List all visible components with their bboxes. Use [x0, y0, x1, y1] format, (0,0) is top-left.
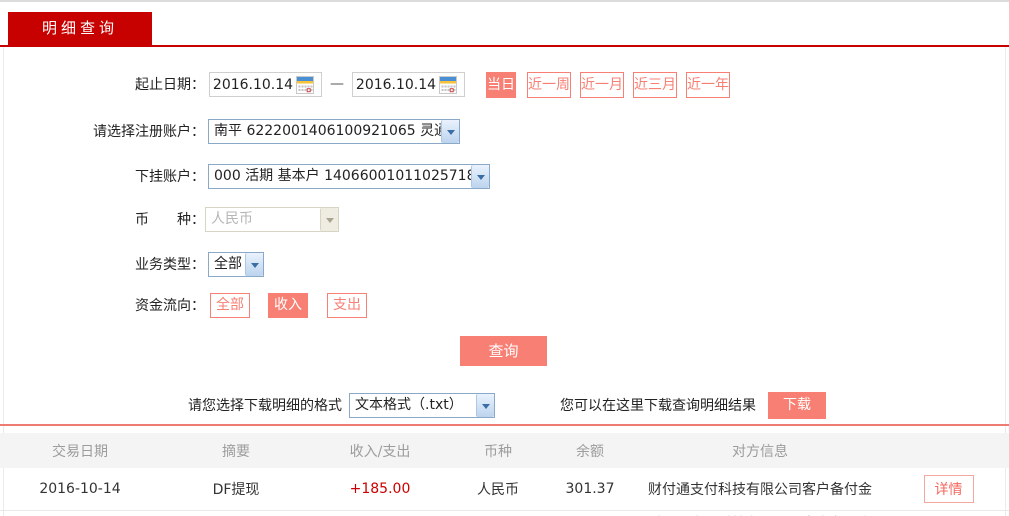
- detail-query-page: 明细查询 起止日期： —: [0, 0, 1009, 516]
- download-row: 请您选择下载明细的格式 文本格式（.txt） 您可以在这里下载查询明细结果 下载: [0, 392, 1009, 419]
- section-divider-line: [0, 424, 1009, 426]
- business-type-row: 业务类型： 全部: [0, 252, 1009, 278]
- fund-direction-all-button[interactable]: 全部: [210, 293, 250, 318]
- quick-range-today-button[interactable]: 当日: [486, 72, 516, 98]
- sub-account-label: 下挂账户：: [135, 169, 205, 185]
- download-button[interactable]: 下载: [768, 392, 826, 419]
- fund-direction-row: 资金流向： 全部 收入 支出: [0, 293, 1009, 319]
- cell-balance: 301.37: [565, 481, 615, 497]
- detail-button[interactable]: 详情: [923, 475, 974, 503]
- header-balance: 余额: [576, 443, 604, 460]
- header-transaction-date: 交易日期: [52, 443, 108, 460]
- chevron-down-icon: [320, 208, 338, 231]
- cell-summary: DF提现: [212, 482, 260, 498]
- download-format-select[interactable]: 文本格式（.txt）: [349, 393, 495, 418]
- table-row: 财付通支付科技有限公司客户备付金: [0, 512, 1009, 516]
- cell-transaction-date: 2016-10-14: [39, 481, 121, 497]
- download-format-value: 文本格式（.txt）: [355, 397, 463, 413]
- tab-underline: [0, 45, 1009, 47]
- header-summary: 摘要: [222, 443, 250, 460]
- sub-account-value: 000 活期 基本户 1406600101102571848: [214, 168, 471, 184]
- cell-currency: 人民币: [477, 482, 519, 498]
- calendar-icon[interactable]: [296, 75, 314, 94]
- currency-label: 币 种：: [135, 212, 205, 228]
- quick-range-year-button[interactable]: 近一年: [686, 72, 730, 98]
- register-account-row: 请选择注册账户： 南平 6222001406100921065 灵通卡: [0, 119, 1009, 145]
- currency-select: 人民币: [205, 207, 339, 232]
- register-account-value: 南平 6222001406100921065 灵通卡: [214, 123, 441, 139]
- chevron-down-icon[interactable]: [245, 253, 263, 276]
- chevron-down-icon[interactable]: [471, 165, 489, 188]
- cell-counterparty: 财付通支付科技有限公司客户备付金: [648, 482, 872, 498]
- header-currency: 币种: [484, 443, 512, 460]
- date-range-row: 起止日期： —: [0, 72, 1009, 98]
- download-hint-text: 您可以在这里下载查询明细结果: [560, 398, 756, 414]
- download-format-label: 请您选择下载明细的格式: [188, 398, 342, 414]
- date-range-separator: —: [330, 76, 344, 92]
- header-income-expense: 收入/支出: [349, 443, 411, 460]
- fund-direction-income-button[interactable]: 收入: [268, 293, 308, 318]
- calendar-icon[interactable]: [439, 75, 457, 94]
- sub-account-select[interactable]: 000 活期 基本户 1406600101102571848: [208, 164, 490, 189]
- end-date-input[interactable]: [353, 76, 439, 93]
- header-counterparty: 对方信息: [732, 443, 788, 460]
- query-button[interactable]: 查询: [460, 336, 547, 366]
- start-date-input[interactable]: [210, 76, 296, 93]
- table-header-row: 交易日期 摘要 收入/支出 币种 余额 对方信息: [0, 433, 1009, 468]
- cell-amount: +185.00: [349, 481, 411, 497]
- register-account-label: 请选择注册账户：: [93, 124, 205, 140]
- cell-counterparty: 财付通支付科技有限公司客户备付金: [632, 512, 888, 516]
- register-account-select[interactable]: 南平 6222001406100921065 灵通卡: [208, 119, 460, 144]
- quick-range-week-button[interactable]: 近一周: [527, 72, 571, 98]
- chevron-down-icon[interactable]: [476, 394, 494, 417]
- end-date-field[interactable]: [352, 72, 465, 97]
- quick-range-month-button[interactable]: 近一月: [580, 72, 624, 98]
- date-range-label: 起止日期：: [135, 77, 205, 93]
- business-type-select[interactable]: 全部: [208, 252, 264, 277]
- sub-account-row: 下挂账户： 000 活期 基本户 1406600101102571848: [0, 164, 1009, 190]
- business-type-value: 全部: [214, 256, 242, 272]
- fund-direction-expense-button[interactable]: 支出: [327, 293, 367, 318]
- start-date-field[interactable]: [209, 72, 322, 97]
- fund-direction-label: 资金流向：: [135, 298, 205, 314]
- business-type-label: 业务类型：: [135, 257, 205, 273]
- currency-value: 人民币: [211, 211, 253, 227]
- quick-range-quarter-button[interactable]: 近三月: [633, 72, 677, 98]
- chevron-down-icon[interactable]: [441, 120, 459, 143]
- currency-row: 币 种： 人民币: [0, 207, 1009, 233]
- table-row: 2016-10-14 DF提现 +185.00 人民币 301.37 财付通支付…: [0, 468, 1009, 511]
- tab-detail-query[interactable]: 明细查询: [8, 12, 152, 45]
